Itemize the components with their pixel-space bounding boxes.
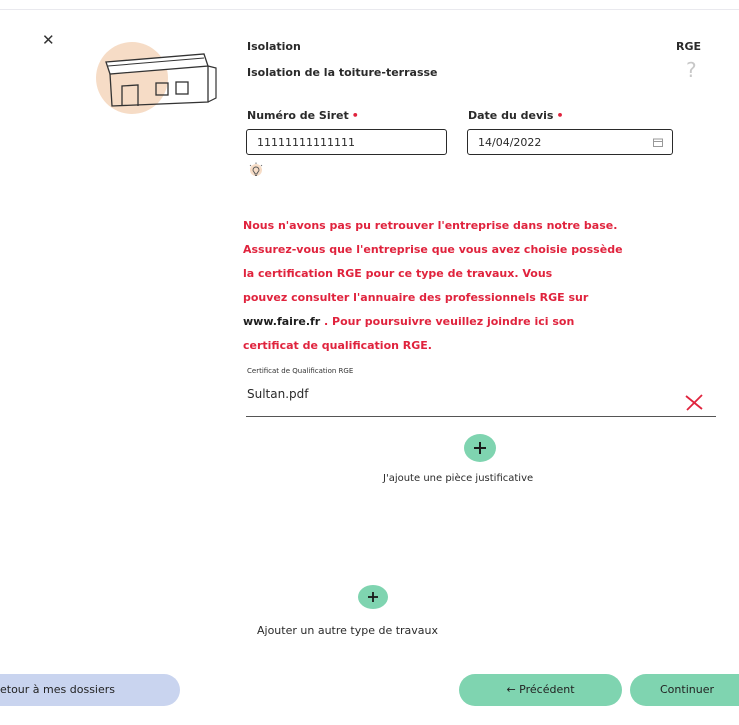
siret-input[interactable]: 11111111111111 (246, 129, 447, 155)
back-to-dossiers-button[interactable]: etour à mes dossiers (0, 674, 180, 706)
warning-line: certificat de qualification RGE. (243, 339, 432, 352)
top-divider (0, 9, 739, 10)
calendar-icon[interactable] (653, 138, 663, 147)
required-mark: • (556, 109, 564, 122)
rge-warning-message: Nous n'avons pas pu retrouver l'entrepri… (243, 214, 713, 358)
work-type-title: Isolation de la toiture-terrasse (247, 66, 438, 79)
previous-button[interactable]: ← Précédent (459, 674, 622, 706)
date-label: Date du devis • (468, 109, 564, 122)
siret-label: Numéro de Siret • (247, 109, 359, 122)
warning-line: pouvez consulter l'annuaire des professi… (243, 291, 589, 304)
required-mark: • (351, 109, 359, 122)
question-mark-icon[interactable]: ? (686, 58, 697, 82)
add-work-type-label[interactable]: Ajouter un autre type de travaux (257, 624, 438, 637)
category-label: Isolation (247, 40, 301, 53)
faire-link[interactable]: www.faire.fr (243, 315, 320, 328)
lightbulb-icon[interactable] (247, 162, 265, 180)
warning-line: Nous n'avons pas pu retrouver l'entrepri… (243, 219, 618, 232)
date-value: 14/04/2022 (478, 136, 542, 149)
delete-x-icon[interactable] (683, 391, 705, 413)
add-document-label[interactable]: J'ajoute une pièce justificative (383, 473, 533, 484)
house-illustration (96, 42, 217, 114)
add-work-type-button[interactable] (357, 584, 389, 610)
warning-line: www.faire.fr . Pour poursuivre veuillez … (243, 315, 575, 328)
file-underline (246, 416, 716, 417)
uploaded-file-name: Sultan.pdf (247, 387, 309, 401)
add-document-button[interactable] (462, 433, 498, 463)
warning-line: Assurez-vous que l'entreprise que vous a… (243, 243, 623, 256)
certificate-label: Certificat de Qualification RGE (247, 367, 354, 375)
close-icon[interactable]: ✕ (42, 32, 58, 48)
date-input[interactable]: 14/04/2022 (467, 129, 673, 155)
warning-line: la certification RGE pour ce type de tra… (243, 267, 553, 280)
rge-label: RGE (676, 40, 702, 53)
continue-button[interactable]: Continuer (630, 674, 739, 706)
